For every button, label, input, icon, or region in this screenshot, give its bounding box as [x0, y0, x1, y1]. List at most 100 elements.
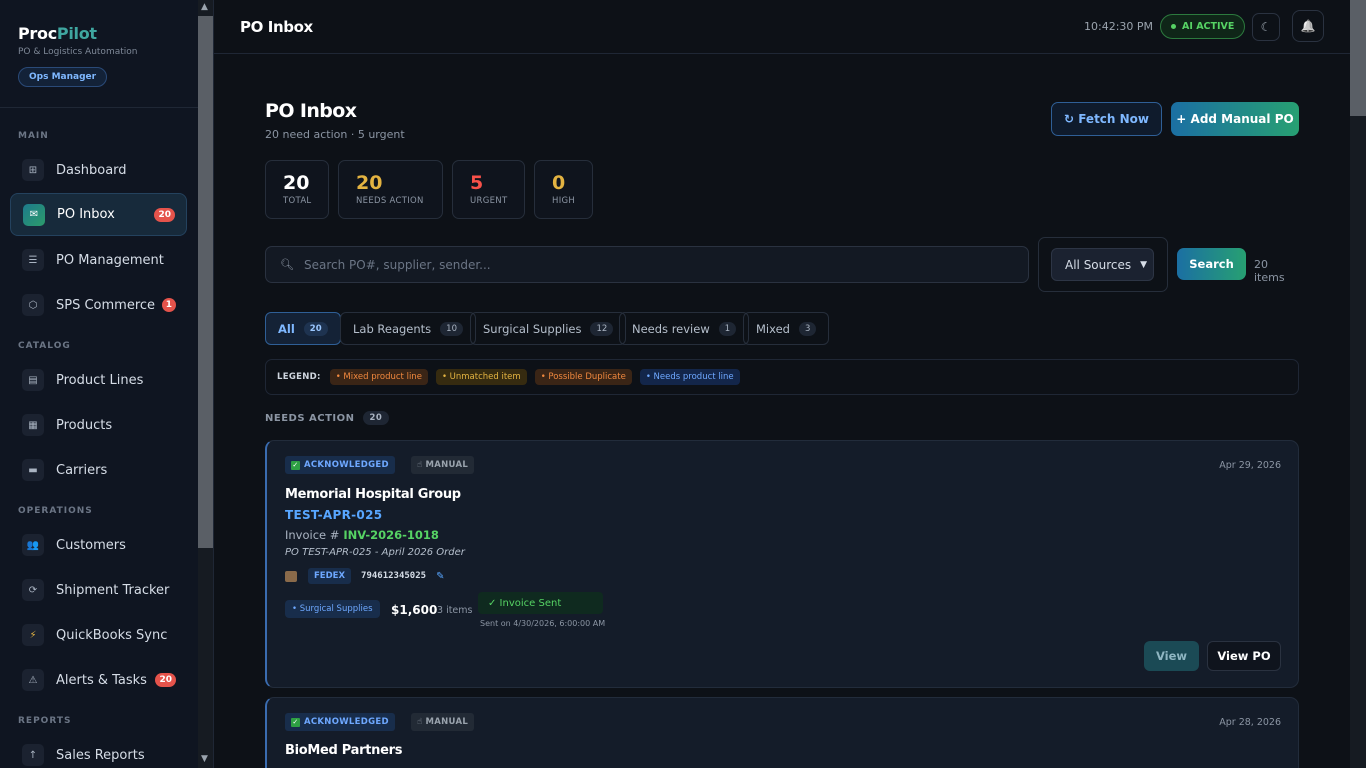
sidebar-item-label: Alerts & Tasks [56, 672, 147, 688]
sidebar-item-products[interactable]: ▦ Products [10, 404, 187, 446]
lightning-icon: ⚡ [22, 624, 44, 646]
list-icon: ☰ [22, 249, 44, 271]
carrier-badge: FEDEX [308, 568, 352, 584]
shipment-info: FEDEX 794612345025 ✎ [285, 568, 444, 584]
role-badge[interactable]: Ops Manager [18, 67, 108, 87]
sidebar-item-label: Product Lines [56, 372, 144, 388]
page-subtitle: 20 need action · 5 urgent [265, 128, 405, 141]
stat-label: NEEDS ACTION [356, 196, 424, 206]
po-date: Apr 28, 2026 [1219, 717, 1281, 728]
sidebar-scrollbar[interactable]: ▲ ▼ [198, 0, 213, 768]
sidebar-item-dashboard[interactable]: ⊞ Dashboard [10, 149, 187, 191]
sidebar-item-po-management[interactable]: ☰ PO Management [10, 239, 187, 281]
legend-chip-mixed: • Mixed product line [329, 369, 428, 385]
po-card[interactable]: ✓ ACKNOWLEDGED ☝ MANUAL Apr 28, 2026 BioMe… [265, 697, 1299, 768]
legend-chip-needs-line: • Needs product line [639, 369, 740, 385]
section-label-catalog: CATALOG [18, 341, 71, 351]
tab-surgical-supplies[interactable]: Surgical Supplies 12 [470, 312, 627, 345]
po-number-link[interactable]: TEST-APR-025 [285, 508, 382, 522]
tab-count: 12 [590, 321, 614, 336]
sidebar-item-sps-commerce[interactable]: ⬡ SPS Commerce 1 [10, 284, 187, 326]
brand-logo[interactable]: ProcPilot [18, 24, 195, 43]
stat-urgent: 5 URGENT [452, 160, 525, 219]
sidebar-item-quickbooks-sync[interactable]: ⚡ QuickBooks Sync [10, 614, 187, 656]
tab-label: Mixed [756, 321, 790, 336]
grid-icon: ⊞ [22, 159, 44, 181]
sidebar-item-sales-reports[interactable]: ↑ Sales Reports [10, 734, 187, 768]
brand-subtitle: PO & Logistics Automation [18, 47, 138, 57]
refresh-icon: ⟳ [22, 579, 44, 601]
truck-icon: ▬ [22, 459, 44, 481]
sidebar-item-po-inbox[interactable]: ✉ PO Inbox 20 [10, 193, 187, 236]
section-label-operations: OPERATIONS [18, 506, 93, 516]
count-badge: 20 [154, 207, 175, 222]
po-amount: $1,600 [391, 603, 438, 617]
users-icon: 👥 [22, 534, 44, 556]
status-badge: ✓ ACKNOWLEDGED [285, 713, 395, 731]
scrollbar-thumb[interactable] [198, 16, 213, 548]
count-badge: 20 [155, 673, 176, 687]
hexagon-icon: ⬡ [22, 294, 44, 316]
sidebar-item-label: Dashboard [56, 162, 127, 178]
main-content: PO Inbox 20 need action · 5 urgent ↻ Fet… [265, 54, 1299, 768]
item-count: 3 items [437, 605, 473, 616]
source-label: MANUAL [425, 460, 469, 470]
main-scrollbar[interactable] [1350, 0, 1366, 768]
sidebar-item-alerts-tasks[interactable]: ⚠ Alerts & Tasks 20 [10, 659, 187, 701]
package-icon [285, 570, 297, 582]
invoice-status-badge: ✓ Invoice Sent [478, 592, 603, 614]
tab-label: Needs review [632, 321, 710, 336]
source-badge: ☝ MANUAL [411, 456, 475, 474]
view-po-button[interactable]: View PO [1207, 641, 1281, 671]
tab-label: All [278, 321, 295, 336]
mail-icon: ✉ [23, 203, 45, 226]
tab-count: 1 [718, 321, 737, 336]
count-badge: 1 [161, 298, 176, 312]
po-date: Apr 29, 2026 [1219, 460, 1281, 471]
arrow-up-icon: ↑ [22, 744, 44, 766]
page-title: PO Inbox [265, 100, 357, 122]
stat-needs-action: 20 NEEDS ACTION [338, 160, 443, 219]
brand-name-part2: Pilot [56, 24, 97, 43]
sidebar-item-customers[interactable]: 👥 Customers [10, 524, 187, 566]
source-badge: ☝ MANUAL [411, 713, 475, 731]
source-select[interactable]: All Sources ▼ [1051, 248, 1154, 281]
search-placeholder: Search PO#, supplier, sender... [303, 257, 491, 272]
theme-toggle-button[interactable]: ☾ [1252, 13, 1280, 41]
tab-mixed[interactable]: Mixed 3 [743, 312, 830, 345]
legend-chip-unmatched: • Unmatched item [435, 369, 527, 385]
stat-label: TOTAL [283, 196, 312, 206]
scroll-up-icon[interactable]: ▲ [201, 2, 208, 12]
add-manual-po-button[interactable]: + Add Manual PO [1171, 102, 1299, 136]
edit-pencil-icon[interactable]: ✎ [436, 571, 444, 582]
sidebar-item-label: Customers [56, 537, 126, 553]
invoice-number: INV-2026-1018 [343, 528, 439, 542]
search-input[interactable]: 🔍︎ Search PO#, supplier, sender... [265, 246, 1029, 283]
fetch-now-button[interactable]: ↻ Fetch Now [1051, 102, 1162, 136]
tab-lab-reagents[interactable]: Lab Reagents 10 [340, 312, 476, 345]
source-label: MANUAL [425, 717, 469, 727]
customer-name: Memorial Hospital Group [285, 487, 461, 502]
search-button[interactable]: Search [1177, 248, 1246, 280]
po-card[interactable]: ✓ ACKNOWLEDGED ☝ MANUAL Apr 29, 2026 Memor… [265, 440, 1299, 688]
tab-all[interactable]: All 20 [265, 312, 341, 345]
notifications-button[interactable]: 🔔 [1292, 10, 1324, 42]
sidebar-item-shipment-tracker[interactable]: ⟳ Shipment Tracker [10, 569, 187, 611]
scrollbar-thumb[interactable] [1350, 0, 1366, 116]
sidebar-item-product-lines[interactable]: ▤ Product Lines [10, 359, 187, 401]
sidebar-item-carriers[interactable]: ▬ Carriers [10, 449, 187, 491]
section-label-main: MAIN [18, 131, 49, 141]
view-button[interactable]: View [1144, 641, 1199, 671]
status-dot-icon [1171, 24, 1176, 29]
stat-label: HIGH [552, 196, 576, 206]
scroll-down-icon[interactable]: ▼ [201, 754, 208, 764]
sidebar-item-label: PO Management [56, 252, 164, 268]
hand-icon: ☝ [417, 717, 423, 727]
tab-needs-review[interactable]: Needs review 1 [619, 312, 750, 345]
status-label: ACKNOWLEDGED [304, 460, 389, 470]
stat-value: 20 [356, 172, 383, 194]
stat-value: 0 [552, 172, 566, 194]
tab-count: 10 [440, 321, 463, 336]
product-line-tag: • Surgical Supplies [285, 600, 380, 618]
bell-icon: 🔔 [1300, 19, 1316, 33]
